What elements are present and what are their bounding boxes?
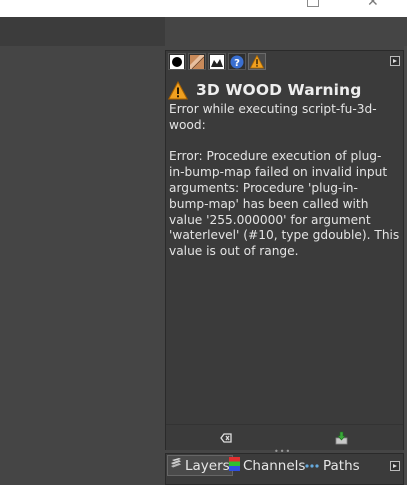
warning-icon — [250, 55, 264, 69]
tab-paths-label: Paths — [323, 457, 360, 474]
svg-text:?: ? — [234, 58, 240, 69]
warning-title: 3D WOOD Warning — [196, 81, 362, 99]
tab-channels-label: Channels — [243, 457, 306, 474]
layers-icon — [170, 457, 182, 474]
close-icon[interactable]: ✕ — [367, 0, 379, 9]
save-errors-button[interactable] — [334, 430, 350, 445]
clear-errors-button[interactable] — [218, 430, 234, 444]
warning-header: 3D WOOD Warning — [168, 77, 361, 103]
tab-error-console[interactable] — [248, 53, 266, 70]
tab-channels[interactable]: Channels — [227, 455, 307, 476]
tab-layers-label: Layers — [185, 457, 230, 474]
tab-help[interactable]: ? — [228, 53, 246, 70]
toolbar-strip — [0, 17, 165, 46]
tab-brushes[interactable] — [168, 53, 186, 70]
dock-menu-button[interactable] — [390, 56, 400, 66]
tab-paths[interactable]: Paths — [303, 455, 362, 476]
save-errors-icon — [335, 431, 348, 445]
dock-tabbar: ? — [166, 51, 403, 71]
gradient-icon — [210, 55, 224, 69]
error-console-content: 3D WOOD Warning Error while executing sc… — [166, 71, 403, 424]
paths-icon — [305, 458, 320, 474]
maximize-icon[interactable] — [307, 0, 319, 7]
window-titlebar: ✕ — [0, 0, 407, 17]
warning-icon — [168, 80, 188, 99]
error-message: Error while executing script-fu-3d- wood… — [169, 102, 400, 259]
tab-gradients[interactable] — [208, 53, 226, 70]
channels-icon — [229, 456, 240, 475]
error-console-dock: ? 3D WOOD Warning Error while executing … — [165, 50, 404, 450]
help-icon: ? — [230, 55, 244, 69]
tab-layers[interactable]: Layers — [167, 455, 233, 476]
pattern-icon — [190, 55, 204, 69]
clear-errors-icon — [220, 433, 232, 443]
canvas-area — [0, 46, 165, 485]
layers-dock-menu-button[interactable] — [390, 461, 400, 471]
tab-patterns[interactable] — [188, 53, 206, 70]
brush-icon — [170, 55, 184, 69]
layers-dock: Layers Channels Paths — [165, 453, 404, 485]
